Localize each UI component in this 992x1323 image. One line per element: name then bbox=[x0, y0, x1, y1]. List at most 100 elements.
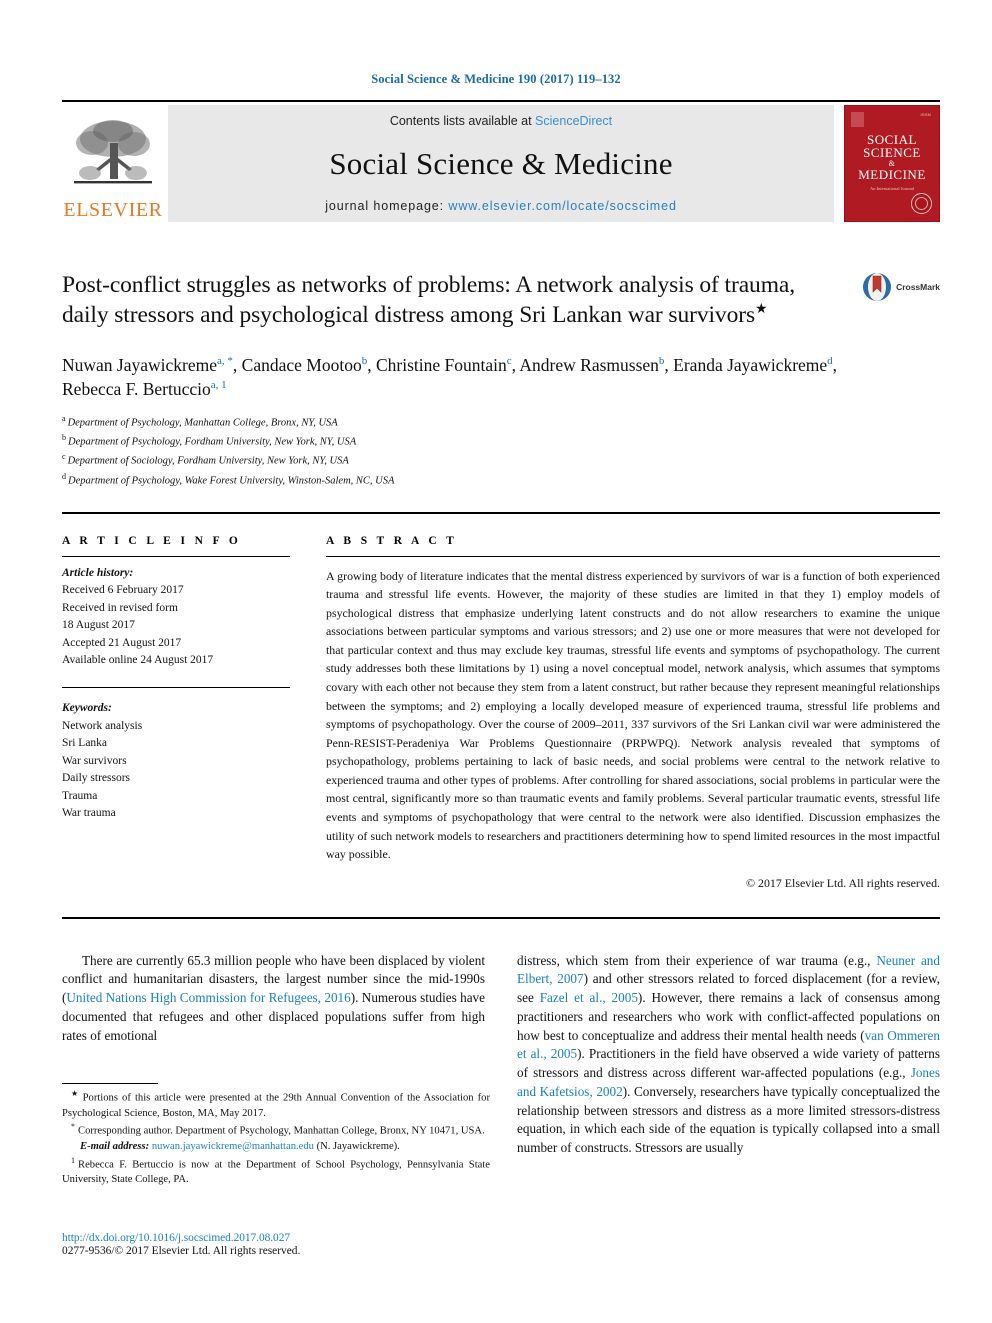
homepage-prefix: journal homepage: bbox=[325, 199, 449, 213]
keywords-block: Keywords: Network analysis Sri Lanka War… bbox=[62, 687, 290, 822]
body-paragraph: There are currently 65.3 million people … bbox=[62, 952, 485, 1046]
keyword-item: Sri Lanka bbox=[62, 737, 108, 750]
author-name[interactable]: Candace Mootoo bbox=[242, 355, 362, 375]
footnote-text: Portions of this article were presented … bbox=[62, 1092, 491, 1119]
sciencedirect-link[interactable]: ScienceDirect bbox=[535, 114, 612, 128]
journal-homepage-line: journal homepage: www.elsevier.com/locat… bbox=[325, 199, 677, 213]
elsevier-wordmark: ELSEVIER bbox=[63, 199, 163, 221]
body-paragraph: distress, which stem from their experien… bbox=[517, 952, 940, 1158]
history-item: Received in revised form bbox=[62, 601, 178, 614]
crossmark-icon bbox=[863, 273, 892, 301]
footnote-divider bbox=[62, 1083, 158, 1084]
affiliation-list: a Department of Psychology, Manhattan Col… bbox=[62, 413, 940, 489]
journal-title: Social Science & Medicine bbox=[329, 146, 673, 181]
keywords-label: Keywords: bbox=[62, 702, 112, 715]
issn-copyright-line: 0277-9536/© 2017 Elsevier Ltd. All right… bbox=[62, 1245, 301, 1257]
author-affil-mark[interactable]: c bbox=[507, 355, 512, 367]
body-text: distress, which stem from their experien… bbox=[517, 952, 877, 968]
affiliation-mark: a bbox=[62, 414, 66, 424]
body-column-right: distress, which stem from their experien… bbox=[517, 952, 940, 1158]
abstract-copyright: © 2017 Elsevier Ltd. All rights reserved… bbox=[746, 875, 940, 890]
cover-title: SOCIAL SCIENCE & MEDICINE bbox=[845, 133, 939, 182]
page-title: Post-conflict struggles as networks of p… bbox=[62, 270, 822, 331]
masthead-center-panel: Contents lists available at ScienceDirec… bbox=[168, 105, 834, 222]
cover-issn-mark: ISSN bbox=[920, 112, 931, 117]
abstract-text: A growing body of literature indicates t… bbox=[326, 568, 940, 862]
running-head: Social Science & Medicine 190 (2017) 119… bbox=[371, 72, 621, 86]
footnote-email-item: E-mail address: nuwan.jayawickreme@manha… bbox=[62, 1139, 490, 1154]
article-title-text: Post-conflict struggles as networks of p… bbox=[62, 272, 795, 329]
article-info-column: A R T I C L E I N F O Article history: R… bbox=[62, 535, 290, 891]
author-name[interactable]: Eranda Jayawickreme bbox=[673, 355, 827, 375]
affiliation-item: a Department of Psychology, Manhattan Col… bbox=[62, 413, 940, 432]
keyword-item: War trauma bbox=[62, 807, 116, 820]
author-name[interactable]: Nuwan Jayawickreme bbox=[62, 355, 217, 375]
elsevier-logo: ELSEVIER bbox=[62, 105, 164, 222]
email-address-link[interactable]: nuwan.jayawickreme@manhattan.edu bbox=[152, 1141, 314, 1152]
article-info-heading: A R T I C L E I N F O bbox=[62, 534, 242, 547]
title-footnote-star[interactable]: ★ bbox=[755, 302, 768, 317]
footnote-mark: 1 bbox=[71, 1155, 75, 1165]
body-text: ). Practitioners in the field have obser… bbox=[517, 1046, 940, 1081]
affiliation-text: Department of Sociology, Fordham Univers… bbox=[67, 455, 349, 467]
affiliation-mark: c bbox=[62, 452, 66, 462]
crossmark-label: CrossMark bbox=[896, 282, 940, 292]
keyword-item: Daily stressors bbox=[62, 772, 131, 785]
journal-article-page: Social Science & Medicine 190 (2017) 119… bbox=[0, 0, 992, 1323]
author-affil-mark[interactable]: b bbox=[659, 355, 665, 367]
contents-prefix: Contents lists available at bbox=[389, 114, 536, 128]
info-abstract-section: A R T I C L E I N F O Article history: R… bbox=[62, 535, 940, 891]
divider-above-body bbox=[62, 916, 940, 919]
affiliation-text: Department of Psychology, Wake Forest Un… bbox=[68, 475, 395, 487]
affiliation-mark: b bbox=[62, 433, 66, 443]
author-affil-mark[interactable]: d bbox=[827, 355, 833, 367]
cover-tagline: An International Journal bbox=[870, 186, 914, 191]
history-item: Received 6 February 2017 bbox=[62, 584, 184, 597]
affiliation-item: c Department of Sociology, Fordham Univer… bbox=[62, 451, 940, 470]
email-address-suffix: (N. Jayawickreme). bbox=[313, 1141, 400, 1153]
affiliation-mark: d bbox=[62, 471, 66, 481]
footnote-item: ★ Portions of this article were presented… bbox=[62, 1088, 490, 1121]
divider-abstract bbox=[326, 555, 940, 557]
author-name[interactable]: Andrew Rasmussen bbox=[519, 355, 659, 375]
affiliation-text: Department of Psychology, Fordham Univer… bbox=[68, 436, 357, 448]
keyword-item: Network analysis bbox=[62, 719, 143, 732]
footnote-mark: ★ bbox=[71, 1089, 80, 1098]
footnote-item: 1 Rebecca F. Bertuccio is now at the Depa… bbox=[62, 1155, 490, 1188]
author-affil-mark[interactable]: a, 1 bbox=[211, 380, 227, 392]
history-item: 18 August 2017 bbox=[62, 619, 135, 632]
history-item: Available online 24 August 2017 bbox=[62, 653, 214, 666]
cover-title-line2: SCIENCE bbox=[863, 145, 921, 161]
abstract-column: A B S T R A C T A growing body of litera… bbox=[326, 535, 940, 891]
divider-article-info bbox=[62, 555, 290, 557]
citation-link[interactable]: Fazel et al., 2005 bbox=[540, 990, 638, 1005]
article-history-block: Article history: Received 6 February 201… bbox=[62, 565, 290, 670]
email-address-label: E-mail address: bbox=[80, 1141, 150, 1153]
divider-above-info bbox=[62, 511, 940, 514]
keyword-item: War survivors bbox=[62, 754, 127, 767]
keyword-item: Trauma bbox=[62, 789, 98, 802]
doi-link[interactable]: http://dx.doi.org/10.1016/j.socscimed.20… bbox=[62, 1232, 490, 1244]
author-list: Nuwan Jayawickremea, *, Candace Mootoob,… bbox=[62, 354, 838, 400]
journal-cover-thumbnail: ISSN SOCIAL SCIENCE & MEDICINE An Intern… bbox=[844, 105, 940, 222]
author-name[interactable]: Christine Fountain bbox=[376, 355, 507, 375]
title-block: Post-conflict struggles as networks of p… bbox=[62, 270, 940, 331]
author-name[interactable]: Rebecca F. Bertuccio bbox=[62, 379, 211, 399]
journal-masthead: ELSEVIER Contents lists available at Sci… bbox=[62, 100, 940, 222]
journal-homepage-link[interactable]: www.elsevier.com/locate/socscimed bbox=[448, 199, 676, 213]
crossmark-badge[interactable]: CrossMark bbox=[862, 272, 940, 302]
cover-elsevier-mark-icon bbox=[851, 112, 864, 127]
author-affil-mark[interactable]: a, * bbox=[217, 355, 233, 367]
history-item: Accepted 21 August 2017 bbox=[62, 636, 182, 649]
footnote-item: * Corresponding author. Department of Psy… bbox=[62, 1121, 490, 1139]
author-affil-mark[interactable]: b bbox=[362, 355, 368, 367]
affiliation-item: d Department of Psychology, Wake Forest U… bbox=[62, 471, 940, 490]
citation-link[interactable]: United Nations High Commission for Refug… bbox=[66, 990, 350, 1005]
cover-title-line3: MEDICINE bbox=[858, 167, 926, 183]
doi-block: http://dx.doi.org/10.1016/j.socscimed.20… bbox=[62, 1232, 490, 1257]
cover-seal-icon bbox=[911, 193, 932, 214]
footnote-mark: * bbox=[71, 1122, 75, 1132]
affiliation-text: Department of Psychology, Manhattan Coll… bbox=[67, 417, 338, 429]
contents-available-line: Contents lists available at ScienceDirec… bbox=[390, 114, 612, 128]
article-history-label: Article history: bbox=[62, 566, 134, 579]
